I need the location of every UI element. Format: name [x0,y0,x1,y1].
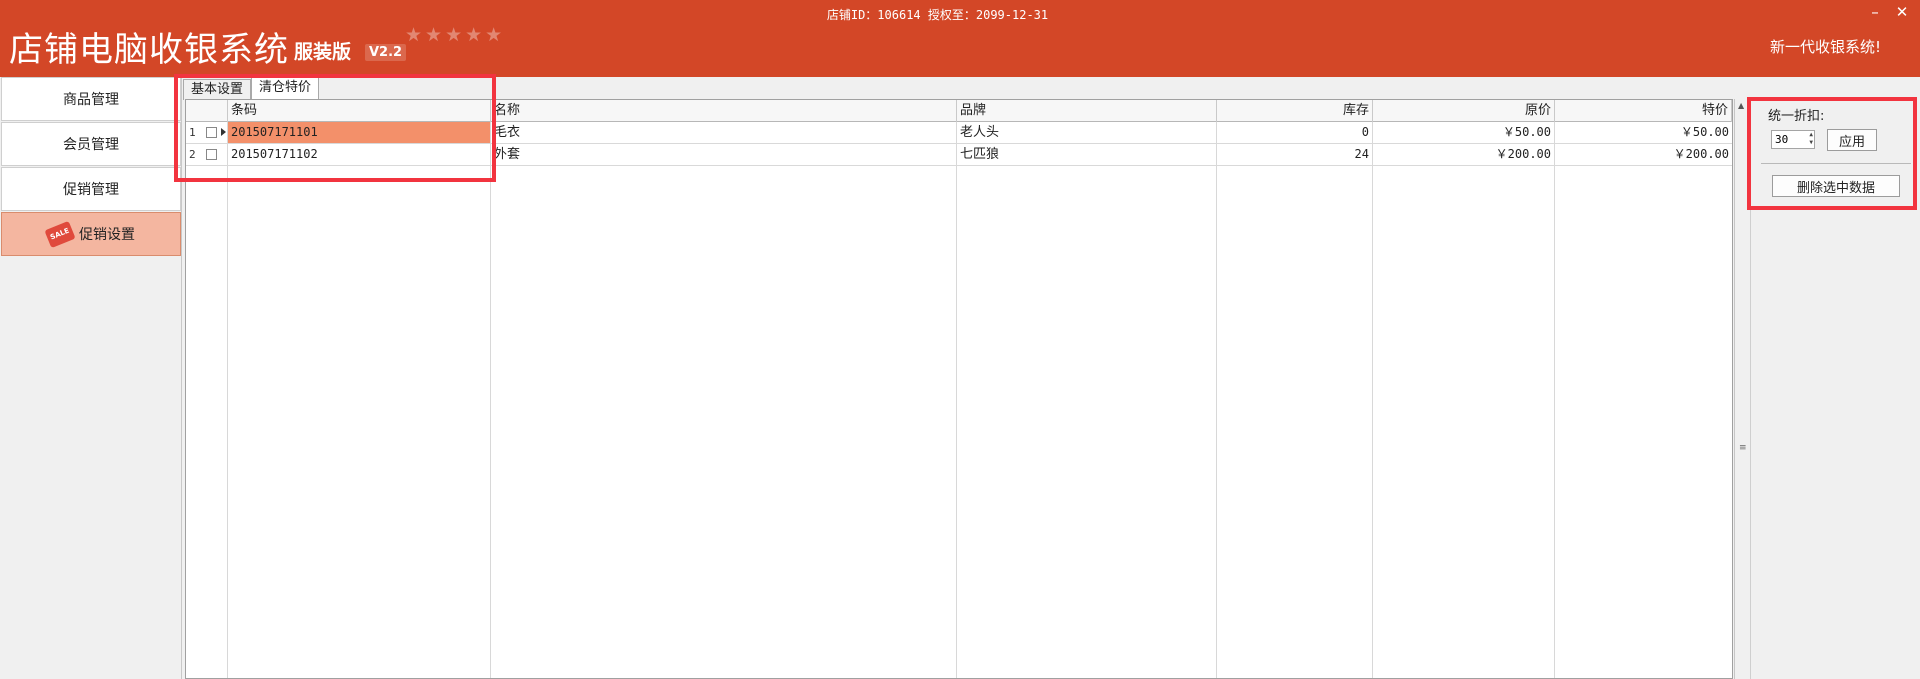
slogan: 新一代收银系统! [1769,38,1881,56]
sidebar-item-label: 商品管理 [63,92,119,108]
row-checkbox[interactable] [206,127,217,138]
current-row-indicator-icon [221,128,226,136]
cell-stock[interactable]: 24 [1217,144,1372,165]
sidebar-item-label: 促销管理 [63,182,119,198]
delete-selected-button[interactable]: 删除选中数据 [1772,175,1900,197]
column-divider [490,100,491,678]
column-divider [1554,100,1555,678]
cell-barcode[interactable]: 201507171102 [228,144,490,165]
row-header-corner [186,100,228,122]
column-divider [956,100,957,678]
stepper-arrows-icon[interactable]: ▲ ▼ [1809,131,1813,147]
close-button[interactable]: ✕ [1894,3,1910,21]
cell-brand[interactable]: 七匹狼 [957,144,1216,165]
table-row[interactable]: 2 201507171102 外套 七匹狼 24 ￥200.00 ￥200.00 [186,144,1732,166]
column-header-original-price[interactable]: 原价 [1373,100,1555,122]
cell-name[interactable]: 外套 [491,144,956,165]
edition-label: 服装版 [294,41,352,63]
tab-bar: 基本设置 清仓特价 [183,77,320,100]
sidebar-item-label: 促销设置 [79,227,135,243]
tab-clearance-special-price[interactable]: 清仓特价 [251,77,320,99]
discount-stepper[interactable]: 30 ▲ ▼ [1771,130,1815,149]
row-checkbox[interactable] [206,149,217,160]
column-divider [227,100,228,678]
main-content: 基本设置 清仓特价 条码 名称 品牌 库存 原价 特价 1 2015071711… [183,77,1748,679]
sidebar-item-label: 会员管理 [63,137,119,153]
data-grid: 条码 名称 品牌 库存 原价 特价 1 201507171101 毛衣 老人头 … [185,99,1733,679]
cell-barcode[interactable]: 201507171101 [228,122,490,143]
cell-name[interactable]: 毛衣 [491,122,956,143]
table-row[interactable]: 1 201507171101 毛衣 老人头 0 ￥50.00 ￥50.00 [186,122,1732,144]
discount-value[interactable]: 30 [1775,133,1788,146]
column-divider [1216,100,1217,678]
app-title: 店铺电脑收银系统 [9,30,289,70]
cell-stock[interactable]: 0 [1217,122,1372,143]
cell-original-price[interactable]: ￥50.00 [1373,122,1554,143]
tab-basic-settings[interactable]: 基本设置 [183,79,252,100]
sidebar: 商品管理 会员管理 促销管理 SALE 促销设置 [0,77,182,679]
scroll-up-icon[interactable]: ▲ [1738,101,1744,110]
license-info: 店铺ID：106614 授权至：2099-12-31 [826,8,1049,22]
sale-tag-icon: SALE [44,220,76,248]
row-number: 2 [189,148,196,161]
column-header-brand[interactable]: 品牌 [957,100,1217,122]
column-header-name[interactable]: 名称 [491,100,957,122]
title-bar: 店铺ID：106614 授权至：2099-12-31 店铺电脑收银系统 服装版 … [0,0,1920,77]
divider [1761,163,1911,164]
version-badge: V2.2 [365,44,407,61]
splitter-grip-icon[interactable]: ≡ [1739,443,1747,453]
discount-panel: 统一折扣: 30 ▲ ▼ 应用 删除选中数据 [1750,100,1918,679]
vertical-scrollbar[interactable]: ▲ ≡ [1734,99,1748,679]
column-header-barcode[interactable]: 条码 [228,100,491,122]
sidebar-item-member-management[interactable]: 会员管理 [1,122,181,166]
discount-label: 统一折扣: [1768,109,1825,124]
grid-header: 条码 名称 品牌 库存 原价 特价 [186,100,1732,122]
cell-brand[interactable]: 老人头 [957,122,1216,143]
cell-special-price[interactable]: ￥50.00 [1555,122,1732,143]
stars-decoration-icon: ★★★★★ [405,24,506,46]
cell-original-price[interactable]: ￥200.00 [1373,144,1554,165]
column-divider [1372,100,1373,678]
row-number: 1 [189,126,196,139]
minimize-button[interactable]: – [1867,3,1883,21]
column-header-special-price[interactable]: 特价 [1555,100,1732,122]
sidebar-item-product-management[interactable]: 商品管理 [1,77,181,121]
apply-button[interactable]: 应用 [1827,129,1877,151]
sidebar-item-promotion-management[interactable]: 促销管理 [1,167,181,211]
cell-special-price[interactable]: ￥200.00 [1555,144,1732,165]
sidebar-item-promotion-settings[interactable]: SALE 促销设置 [1,212,181,256]
column-header-stock[interactable]: 库存 [1217,100,1373,122]
